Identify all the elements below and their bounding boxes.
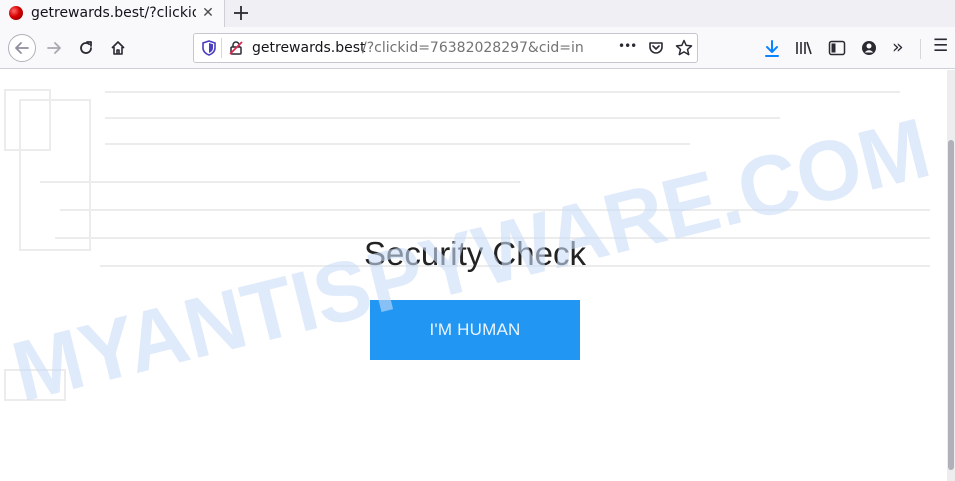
home-button[interactable] xyxy=(105,35,131,61)
arrow-right-icon xyxy=(47,42,61,54)
arrow-left-icon xyxy=(15,42,29,54)
page-actions-icon[interactable]: ••• xyxy=(618,39,637,53)
bookmark-star-icon[interactable] xyxy=(675,39,693,57)
page-title: Security Check xyxy=(364,235,586,272)
account-icon[interactable] xyxy=(861,40,877,56)
toolbar-divider xyxy=(920,39,921,59)
faded-background-pattern xyxy=(4,89,930,401)
plus-icon xyxy=(234,6,248,20)
library-icon[interactable] xyxy=(795,40,813,56)
scrollbar-thumb[interactable] xyxy=(948,140,954,470)
url-path: /?clickid=76382028297&cid=incog xyxy=(362,40,584,56)
pocket-icon[interactable] xyxy=(648,40,664,56)
new-tab-button[interactable] xyxy=(230,2,252,24)
home-icon xyxy=(111,41,125,55)
vertical-scrollbar[interactable] xyxy=(947,70,955,481)
insecure-lock-icon[interactable] xyxy=(228,40,244,56)
url-separator xyxy=(221,38,222,58)
tab-active[interactable]: getrewards.best/?clickid=76382028297&cid… xyxy=(0,0,225,28)
forward-button[interactable] xyxy=(41,35,67,61)
overflow-menu-icon[interactable]: » xyxy=(892,36,904,58)
close-tab-icon[interactable]: ✕ xyxy=(199,4,217,22)
sidebar-icon[interactable] xyxy=(828,40,846,56)
tab-title: getrewards.best/?clickid=76382028297&cid… xyxy=(31,5,196,21)
download-icon[interactable] xyxy=(764,40,780,58)
shield-icon[interactable] xyxy=(201,40,217,56)
tab-strip: getrewards.best/?clickid=76382028297&cid… xyxy=(0,0,955,28)
hamburger-menu-icon[interactable]: ☰ xyxy=(933,36,948,56)
url-domain: getrewards.best xyxy=(252,40,366,56)
back-button[interactable] xyxy=(8,34,36,62)
navigation-toolbar: getrewards.best /?clickid=76382028297&ci… xyxy=(0,27,955,69)
reload-icon xyxy=(80,41,92,54)
address-bar[interactable]: getrewards.best /?clickid=76382028297&ci… xyxy=(193,33,698,63)
im-human-button[interactable]: I'M HUMAN xyxy=(370,300,580,360)
browser-window: getrewards.best/?clickid=76382028297&cid… xyxy=(0,0,955,481)
reload-button[interactable] xyxy=(73,35,99,61)
page-content: Security Check I'M HUMAN xyxy=(0,70,955,481)
favicon-icon xyxy=(9,6,23,20)
